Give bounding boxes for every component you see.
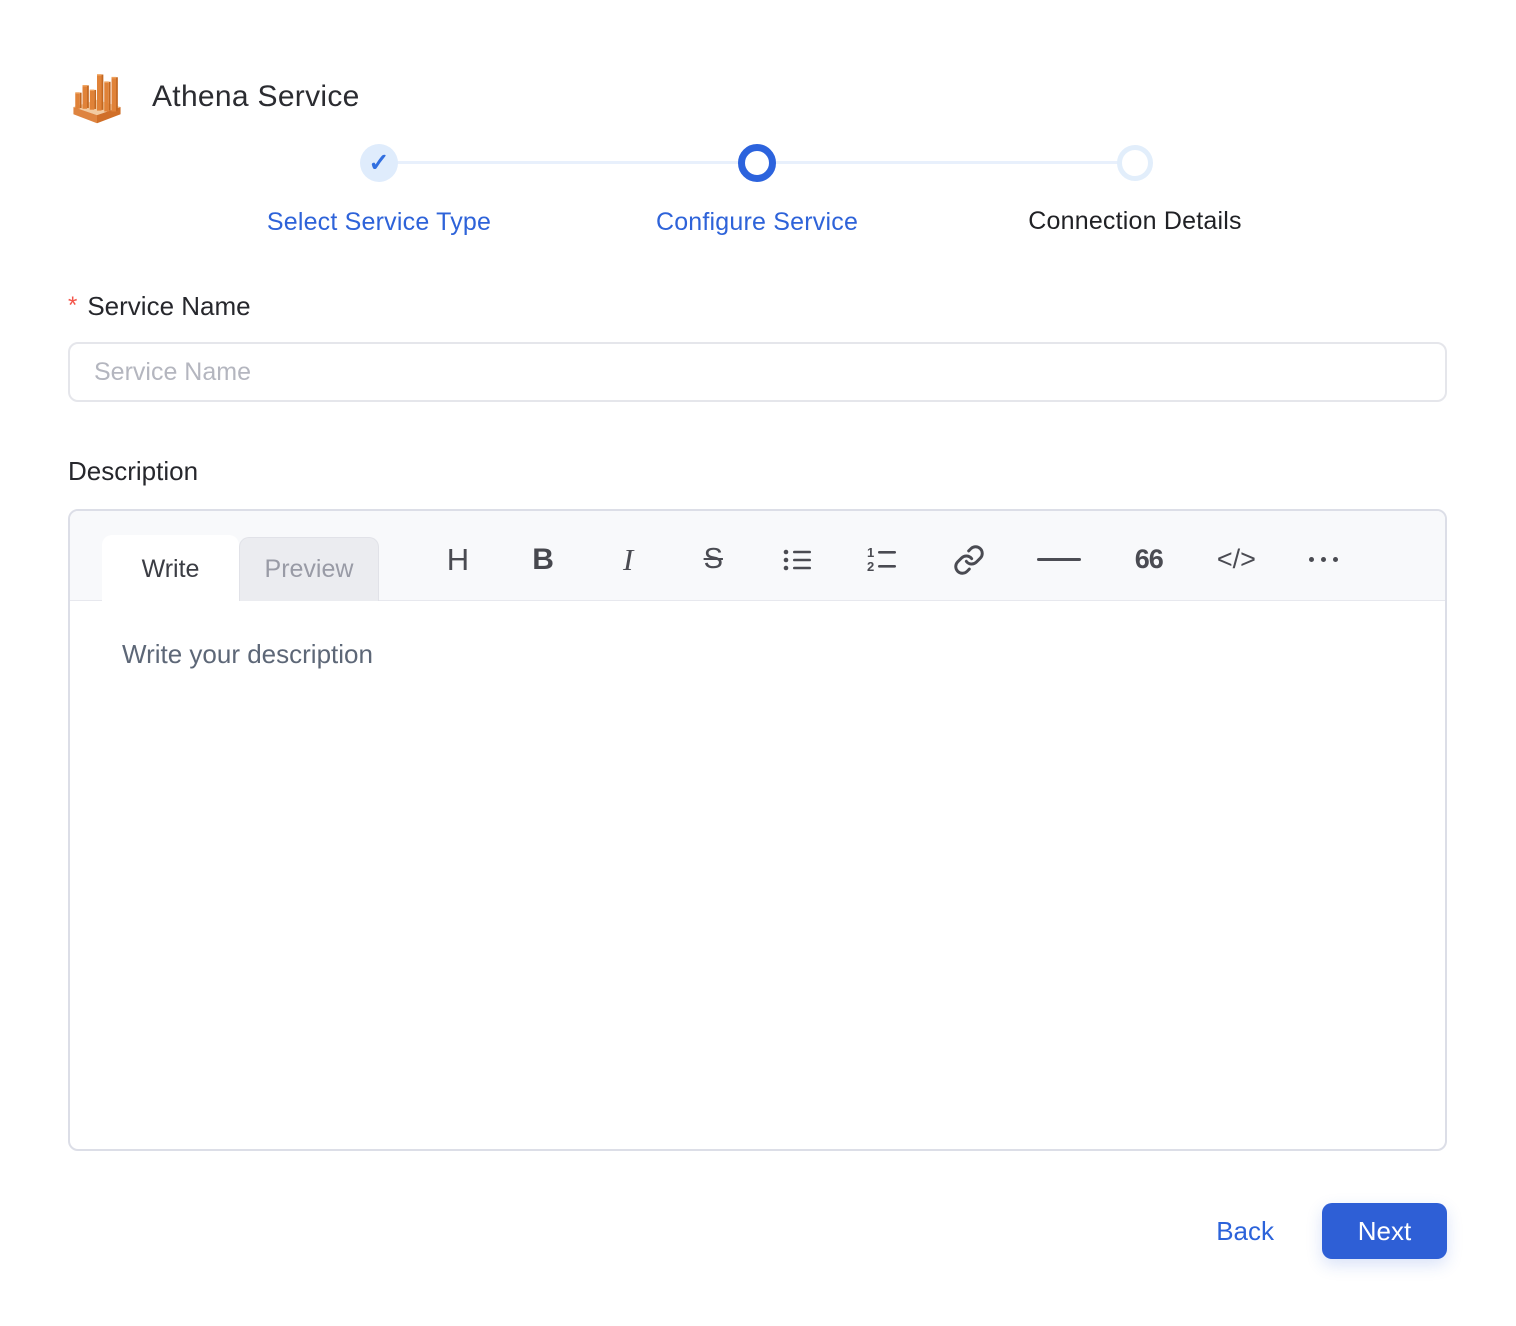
step-label-connection-details: Connection Details	[1028, 207, 1242, 235]
description-label: Description	[68, 456, 199, 486]
editor-tabs: Write Preview	[102, 535, 379, 603]
numbered-list-icon[interactable]: 1 2	[866, 539, 900, 581]
description-input[interactable]	[70, 601, 1445, 1149]
step-connection-details[interactable]: Connection Details	[946, 144, 1324, 237]
horizontal-rule-icon[interactable]	[1036, 539, 1081, 581]
service-name-input[interactable]	[68, 342, 1447, 402]
italic-icon[interactable]: I	[611, 539, 645, 581]
service-name-label-text: Service Name	[87, 291, 251, 321]
athena-service-logo-icon	[68, 68, 126, 126]
bulleted-list-icon[interactable]	[781, 539, 815, 581]
step-configure-service[interactable]: Configure Service	[568, 144, 946, 237]
quote-icon[interactable]: 66	[1132, 539, 1166, 581]
svg-text:2: 2	[867, 559, 874, 574]
wizard-footer: Back Next	[68, 1203, 1447, 1259]
page-header: Athena Service	[68, 68, 1448, 126]
next-button[interactable]: Next	[1322, 1203, 1447, 1259]
step-upcoming-dot	[1117, 145, 1153, 181]
page-title: Athena Service	[152, 80, 360, 113]
tab-preview[interactable]: Preview	[239, 537, 379, 601]
strikethrough-icon[interactable]: S	[696, 539, 730, 581]
bold-icon[interactable]: B	[526, 539, 560, 581]
check-icon: ✓	[368, 148, 390, 177]
editor-toolbar: H B I S 1 2 66 </>	[379, 511, 1445, 600]
editor-toolbar-bar: Write Preview H B I S 1 2 66 </>	[70, 511, 1445, 603]
editor-content-area	[70, 601, 1445, 1149]
back-button[interactable]: Back	[1216, 1216, 1274, 1247]
required-asterisk: *	[68, 292, 78, 319]
configure-service-page: Athena Service ✓ Select Service Type Con…	[0, 0, 1516, 1259]
heading-icon[interactable]: H	[441, 539, 475, 581]
step-label-select-service-type: Select Service Type	[266, 208, 492, 236]
step-select-service-type[interactable]: ✓ Select Service Type	[190, 144, 568, 237]
description-editor: Write Preview H B I S 1 2 66 </> Write y…	[68, 509, 1447, 1151]
step-label-configure-service: Configure Service	[655, 208, 859, 236]
svg-text:1: 1	[867, 545, 874, 560]
service-name-label: * Service Name	[68, 291, 1448, 322]
step-current-dot	[738, 144, 776, 182]
step-completed-dot: ✓	[360, 144, 398, 182]
code-icon[interactable]: </>	[1217, 539, 1256, 581]
more-icon[interactable]	[1307, 539, 1341, 581]
link-icon[interactable]	[952, 539, 986, 581]
wizard-stepper: ✓ Select Service Type Configure Service …	[190, 144, 1324, 237]
tab-write[interactable]: Write	[102, 535, 239, 603]
